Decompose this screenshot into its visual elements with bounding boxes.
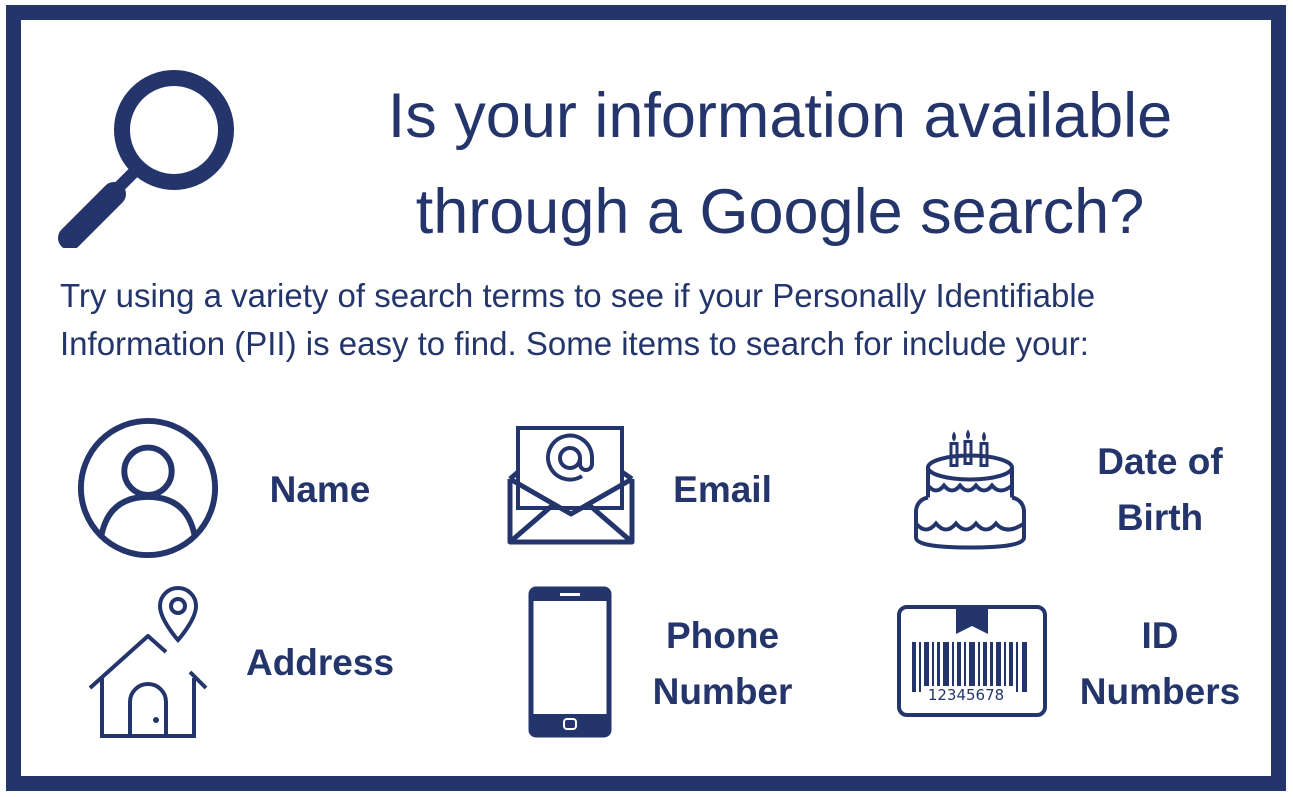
item-dob-label: Date of Birth xyxy=(1097,441,1223,538)
item-id-label: ID Numbers xyxy=(1079,615,1241,712)
item-name-label: Name xyxy=(269,469,371,510)
user-icon xyxy=(77,417,219,559)
item-email-label: Email xyxy=(673,469,772,510)
title-line-2: through a Google search? xyxy=(415,177,1145,247)
item-address-label: Address xyxy=(245,642,395,683)
page-title: Is your information available through a … xyxy=(330,68,1230,260)
birthday-cake-icon xyxy=(914,429,1026,550)
house-location-icon xyxy=(88,585,208,738)
magnifying-glass-icon xyxy=(58,70,234,248)
barcode-icon: 12345678 xyxy=(897,605,1047,717)
barcode-digits: 12345678 xyxy=(928,686,1004,704)
title-line-1: Is your information available xyxy=(387,81,1173,151)
smartphone-icon xyxy=(528,586,612,738)
envelope-icon xyxy=(507,426,635,545)
intro-line-1: Try using a variety of search terms to s… xyxy=(60,277,1096,314)
intro-line-2: Information (PII) is easy to find. Some … xyxy=(60,325,1089,362)
item-phone-label: Phone Number xyxy=(652,615,793,712)
intro-text: Try using a variety of search terms to s… xyxy=(60,272,1240,368)
